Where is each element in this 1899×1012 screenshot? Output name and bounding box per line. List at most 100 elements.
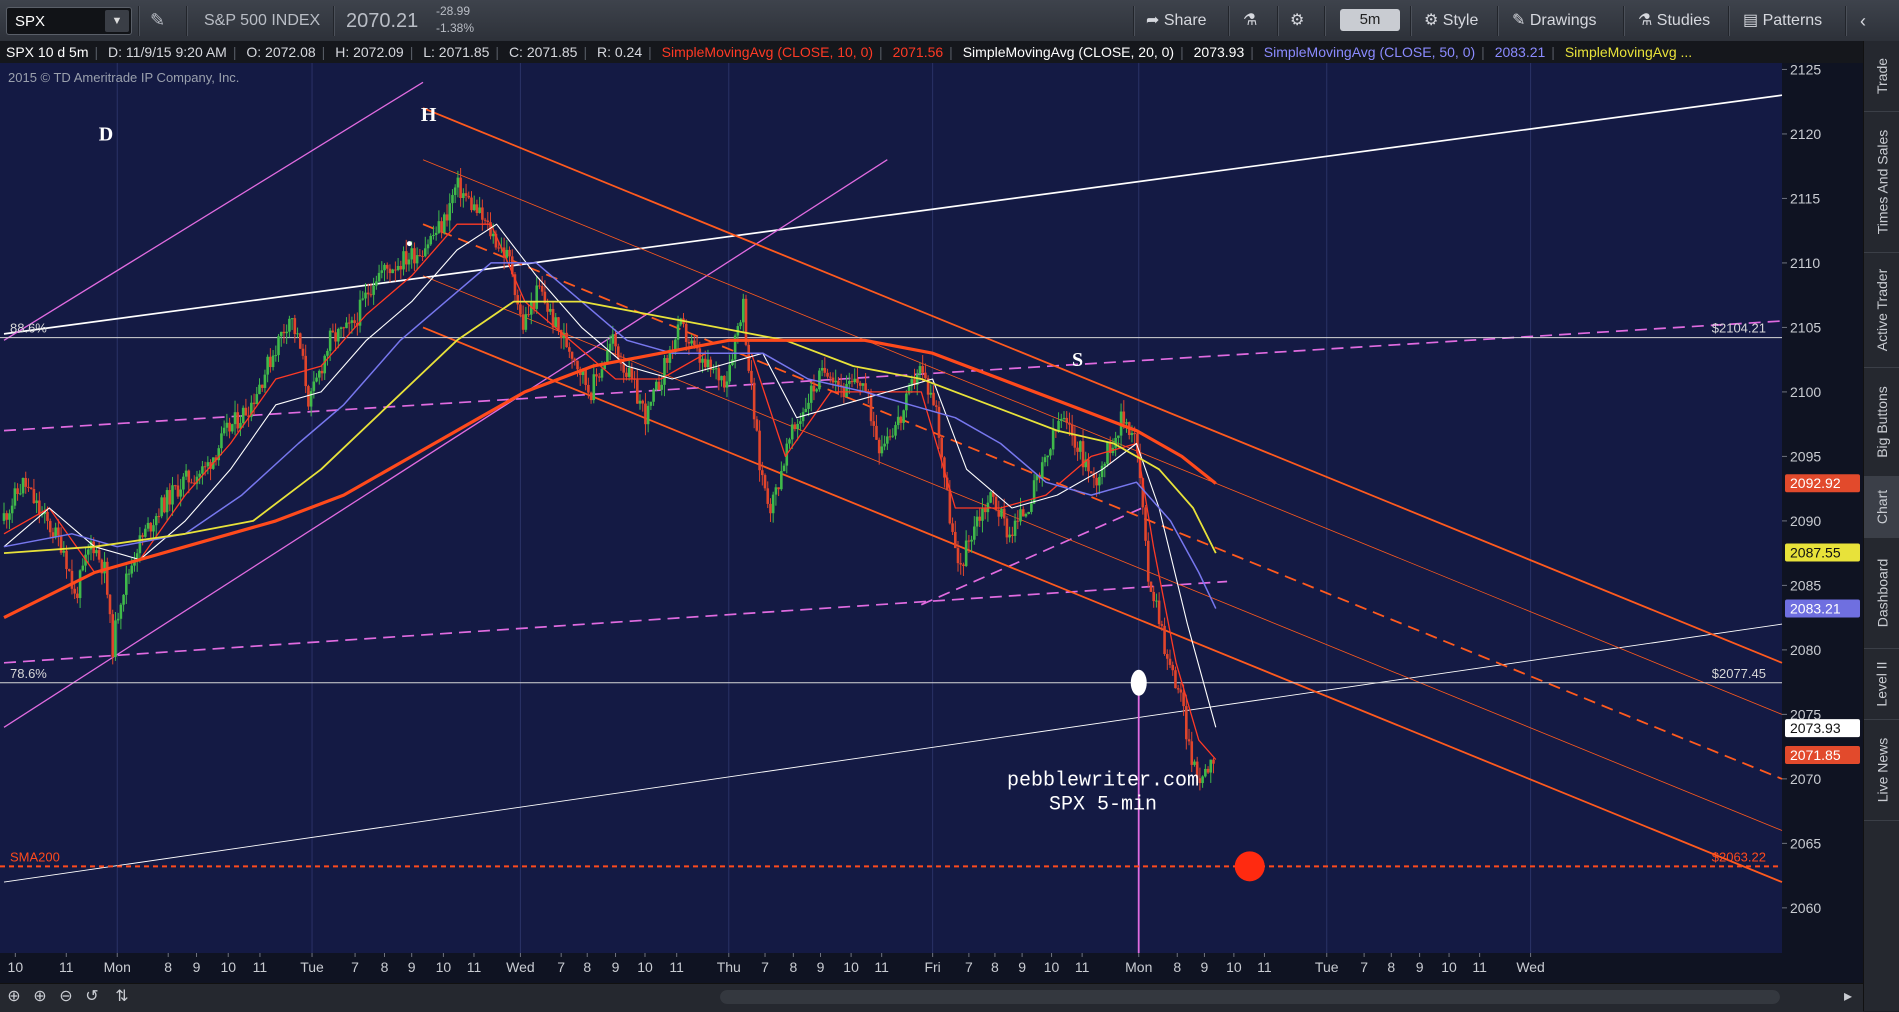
- candle-body: [521, 314, 525, 330]
- tab-trade[interactable]: Trade: [1864, 41, 1899, 112]
- candle-body: [524, 314, 528, 330]
- chevron-down-icon[interactable]: ▼: [105, 10, 129, 32]
- x-tick-label: 9: [408, 959, 416, 975]
- sma100-study-label[interactable]: SimpleMovingAvg ...: [1565, 44, 1698, 60]
- x-tick-label: 9: [817, 959, 825, 975]
- candle-body: [35, 500, 38, 504]
- candle-body: [108, 594, 112, 615]
- tab-label: Level II: [1874, 661, 1891, 707]
- time-scrollbar[interactable]: [720, 990, 1780, 1004]
- sma50-study-label[interactable]: SimpleMovingAvg (CLOSE, 50, 0): [1264, 44, 1481, 60]
- toolbar-divider: [138, 6, 140, 36]
- candle-body: [475, 204, 479, 213]
- toolbar-divider: [1497, 6, 1499, 36]
- tab-chart[interactable]: Chart: [1864, 477, 1899, 538]
- candle-body: [470, 197, 473, 211]
- candle-body: [434, 232, 438, 235]
- candle-body: [587, 384, 590, 393]
- candle-body: [755, 419, 759, 431]
- candle-body: [712, 368, 715, 370]
- flask-icon[interactable]: ⚗: [1243, 8, 1257, 34]
- candle-body: [233, 412, 237, 425]
- candle-body: [1011, 534, 1014, 536]
- toolbar-divider: [1410, 6, 1412, 36]
- candle-body: [144, 528, 147, 537]
- tab-times-and-sales[interactable]: Times And Sales: [1864, 112, 1899, 253]
- tab-active-trader[interactable]: Active Trader: [1864, 253, 1899, 368]
- pattern-annotation: D: [99, 123, 113, 145]
- link-icon[interactable]: ✎: [150, 7, 165, 33]
- tab-dashboard[interactable]: Dashboard: [1864, 538, 1899, 649]
- candle-body: [309, 391, 313, 407]
- candle-body: [655, 381, 658, 390]
- tab-big-buttons[interactable]: Big Buttons: [1864, 368, 1899, 477]
- candle-body: [1209, 759, 1213, 773]
- drawings-button[interactable]: ✎ Drawings: [1512, 8, 1597, 34]
- info-close: C: 2071.85: [508, 44, 578, 60]
- flask-icon: ⚗: [1638, 12, 1653, 29]
- candle-body: [138, 535, 142, 554]
- share-button[interactable]: ➦ Share: [1146, 8, 1207, 34]
- candle-body: [48, 520, 52, 533]
- candle-body: [788, 439, 791, 444]
- candle-body: [326, 350, 329, 356]
- candle-body: [1193, 761, 1196, 765]
- candle-body: [277, 336, 280, 356]
- tab-level-ii[interactable]: Level II: [1864, 649, 1899, 720]
- candle-body: [65, 550, 68, 570]
- chart-toolbar: SPX ▼ ✎ S&P 500 INDEX 2070.21 -28.99 -1.…: [0, 0, 1899, 42]
- zoom-reset-icon[interactable]: ↺: [82, 987, 102, 1007]
- x-tick-label: Wed: [506, 959, 535, 975]
- sma20-study-label[interactable]: SimpleMovingAvg (CLOSE, 20, 0): [963, 44, 1180, 60]
- candle-body: [448, 203, 452, 221]
- candle-body: [1122, 411, 1126, 424]
- x-tick-label: 9: [193, 959, 201, 975]
- candle-body: [241, 407, 245, 423]
- candle-body: [260, 384, 264, 388]
- copyright-text: 2015 © TD Ameritrade IP Company, Inc.: [8, 70, 239, 85]
- candle-body: [744, 298, 748, 345]
- chart-info-bar: SPX 10 d 5m | D: 11/9/15 9:20 AM | O: 2072…: [0, 41, 1863, 63]
- candle-body: [179, 489, 182, 497]
- candle-body: [372, 285, 375, 295]
- tab-live-news[interactable]: Live News: [1864, 720, 1899, 821]
- tab-label: Dashboard: [1874, 558, 1890, 628]
- timeframe-selector[interactable]: 5m: [1340, 9, 1400, 31]
- candle-body: [1000, 508, 1003, 517]
- candle-body: [1046, 455, 1049, 458]
- chevron-left-icon[interactable]: ‹: [1860, 8, 1866, 34]
- candle-body: [1206, 768, 1210, 773]
- candle-body: [584, 369, 587, 385]
- candle-body: [402, 251, 405, 270]
- price-chart[interactable]: 2060206520702075208020852090209521002105…: [0, 63, 1863, 983]
- studies-button[interactable]: ⚗ Studies: [1638, 8, 1710, 34]
- toolbar-divider: [1277, 6, 1279, 36]
- candle-body: [54, 527, 57, 538]
- candle-body: [5, 513, 9, 520]
- candle-body: [165, 490, 169, 513]
- sma10-study-label[interactable]: SimpleMovingAvg (CLOSE, 10, 0): [662, 44, 879, 60]
- candle-body: [296, 333, 299, 335]
- scroll-right-icon[interactable]: ▸: [1838, 987, 1858, 1007]
- candle-body: [706, 359, 710, 368]
- style-button[interactable]: ⚙ Style: [1424, 8, 1478, 34]
- symbol-selector[interactable]: SPX ▼: [6, 7, 132, 35]
- symbol-input[interactable]: SPX: [15, 13, 45, 30]
- x-tick-label: 11: [669, 959, 684, 975]
- y-tick-label: 2120: [1790, 126, 1821, 142]
- x-tick-label: 7: [1360, 959, 1368, 975]
- candle-body: [2, 513, 6, 521]
- pan-icon[interactable]: ⇅: [112, 987, 132, 1007]
- patterns-button[interactable]: ▤ Patterns: [1743, 8, 1822, 34]
- y-tick-label: 2115: [1790, 190, 1820, 206]
- candle-body: [116, 618, 120, 621]
- zoom-in-icon[interactable]: ⊕: [30, 987, 50, 1007]
- candle-body: [793, 424, 797, 430]
- gear-icon[interactable]: ⚙: [1290, 8, 1304, 34]
- x-tick-label: Tue: [1315, 959, 1339, 975]
- scrollbar-thumb[interactable]: [720, 990, 1780, 1004]
- zoom-out-icon[interactable]: ⊖: [56, 987, 76, 1007]
- chart-bottom-bar: ⊕ ⊕ ⊖ ↺ ⇅ ▸: [0, 983, 1863, 1012]
- crosshair-icon[interactable]: ⊕: [4, 987, 24, 1007]
- candle-body: [114, 620, 117, 658]
